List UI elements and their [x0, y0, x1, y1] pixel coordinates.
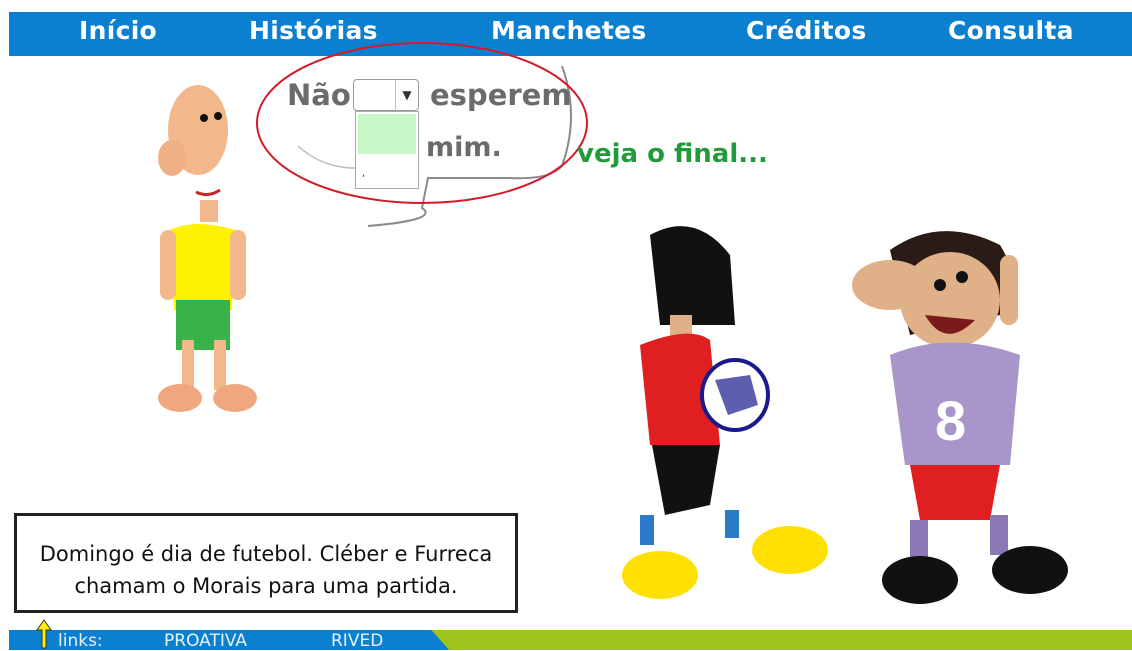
hint-veja-o-final: veja o final...	[577, 139, 768, 169]
nav-consulta[interactable]: Consulta	[948, 16, 1074, 45]
nav-creditos[interactable]: Créditos	[746, 16, 867, 45]
character-cleber	[622, 226, 828, 599]
window-top-frame	[0, 0, 1132, 12]
story-caption: Domingo é dia de futebol. Cléber e Furre…	[14, 513, 518, 613]
caption-line-2: chamam o Morais para uma partida.	[74, 574, 458, 598]
window-left-frame	[0, 0, 9, 650]
caption-line-1: Domingo é dia de futebol. Cléber e Furre…	[39, 542, 493, 566]
footer-link-rived[interactable]: RIVED	[331, 631, 383, 651]
arrow-up-icon[interactable]	[35, 618, 53, 650]
svg-text:8: 8	[935, 389, 966, 452]
character-furreca: 8	[852, 231, 1068, 604]
footer-bar: links: PROATIVA RIVED	[9, 619, 1132, 651]
footer-links-label: links:	[58, 631, 103, 651]
annotation-ellipse	[256, 42, 588, 204]
footer-link-proativa[interactable]: PROATIVA	[164, 631, 247, 651]
character-morais	[158, 85, 257, 412]
nav-inicio[interactable]: Início	[79, 16, 157, 45]
